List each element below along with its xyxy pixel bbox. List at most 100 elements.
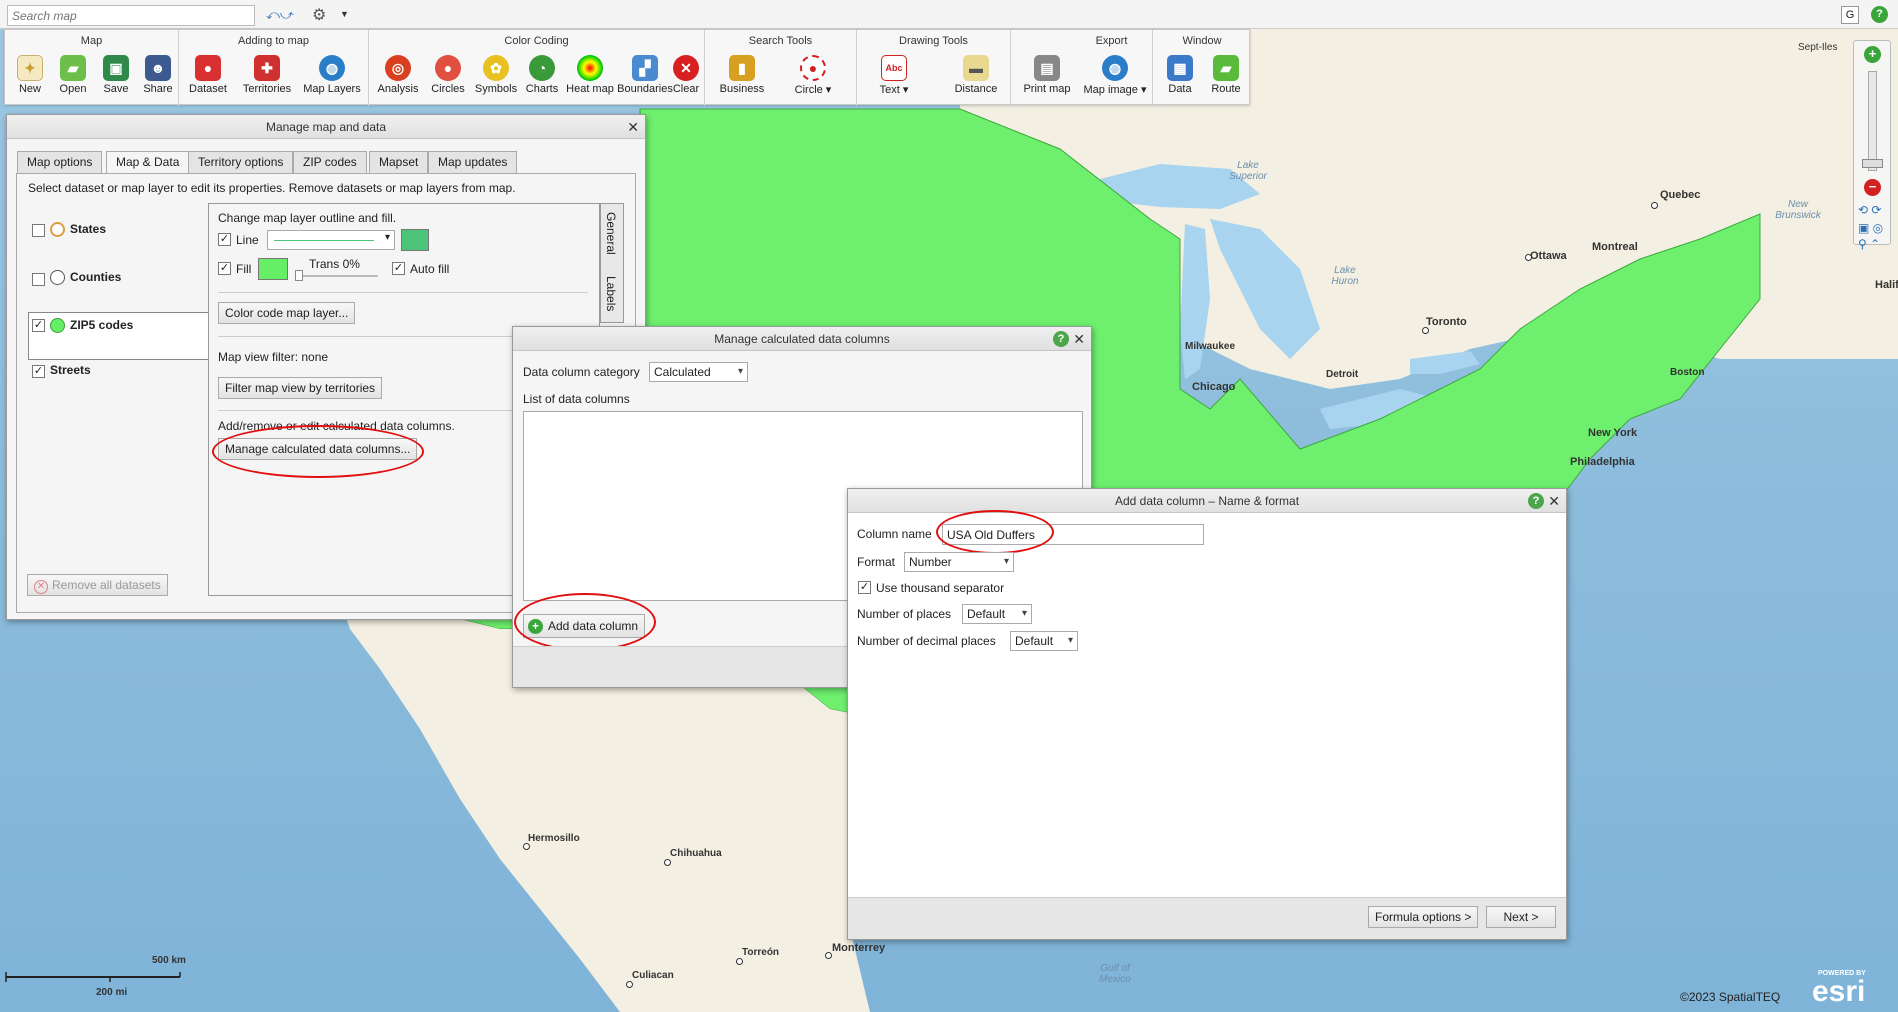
tab-mapset[interactable]: Mapset [369, 151, 429, 173]
zip5-checkbox[interactable]: ✓ [32, 319, 45, 332]
back-icon[interactable]: ⤺⤻ [266, 7, 294, 23]
places-select[interactable]: Default [962, 604, 1032, 624]
group-map: Map ✦ New ▰ Open ▣ Save ☻ Share [5, 30, 179, 106]
trans-slider[interactable] [298, 275, 378, 277]
line-checkbox[interactable]: ✓ [218, 233, 231, 246]
map-image-button[interactable]: ◍ Map image ▾ [1083, 52, 1147, 104]
group-window: Window ▦ Data ▰ Route [1153, 30, 1251, 106]
car-icon: ▰ [1213, 55, 1239, 81]
group-title: Color Coding [504, 35, 569, 47]
list-label: List of data columns [523, 392, 630, 406]
charts-button[interactable]: ◔ Charts [519, 52, 565, 104]
tab-territory-options[interactable]: Territory options [188, 151, 294, 173]
layer-states[interactable]: States [70, 222, 106, 236]
formula-options-button[interactable]: Formula options > [1368, 906, 1479, 928]
tab-zip-codes[interactable]: ZIP codes [293, 151, 367, 173]
save-button[interactable]: ▣ Save [93, 52, 139, 104]
help-icon[interactable]: ? [1053, 331, 1069, 347]
group-title: Window [1182, 35, 1222, 47]
tab-map-updates[interactable]: Map updates [428, 151, 518, 173]
analysis-button[interactable]: ◎ Analysis [373, 52, 423, 104]
circles-button[interactable]: ● Circles [425, 52, 471, 104]
layer-streets[interactable]: Streets [50, 363, 91, 377]
thousand-separator-label: Use thousand separator [876, 581, 1005, 595]
clear-button[interactable]: ✕ Clear [667, 52, 705, 104]
city-marker [523, 843, 530, 850]
territories-button[interactable]: ✚ Territories [239, 52, 295, 104]
share-button[interactable]: ☻ Share [135, 52, 181, 104]
city-label: Chicago [1192, 381, 1236, 393]
fill-checkbox[interactable]: ✓ [218, 262, 231, 275]
route-button[interactable]: ▰ Route [1203, 52, 1249, 104]
help-icon[interactable]: ? [1528, 493, 1544, 509]
trans-slider-handle[interactable] [295, 270, 303, 281]
zoom-slider-handle[interactable] [1862, 159, 1883, 168]
dataset-button[interactable]: ● Dataset [185, 52, 231, 104]
tab-labels[interactable]: Labels [604, 276, 618, 311]
counties-checkbox[interactable] [32, 273, 45, 286]
states-checkbox[interactable] [32, 224, 45, 237]
print-map-button[interactable]: ▤ Print map [1023, 52, 1071, 104]
business-button[interactable]: ▮ Business [717, 52, 767, 104]
magnify-icon[interactable]: ⚲ ⌃ [1858, 237, 1880, 251]
thousand-separator-checkbox[interactable]: ✓ [858, 581, 871, 594]
open-button[interactable]: ▰ Open [50, 52, 96, 104]
table-icon: ▦ [1167, 55, 1193, 81]
line-style-select[interactable]: ▾ [267, 230, 395, 250]
line-color-picker[interactable] [401, 229, 429, 251]
copyright: ©2023 SpatialTEQ [1680, 990, 1781, 1004]
circle-search-button[interactable]: ● Circle ▾ [785, 52, 841, 104]
group-title: Export [1095, 35, 1128, 47]
layer-counties[interactable]: Counties [70, 270, 121, 284]
city-marker [626, 981, 633, 988]
close-icon[interactable]: ✕ [627, 115, 639, 139]
zoom-out-icon[interactable]: − [1864, 179, 1881, 196]
format-select[interactable]: Number [904, 552, 1014, 572]
red-annotation [212, 425, 424, 478]
close-icon[interactable]: ✕ [1073, 327, 1085, 351]
gear-icon[interactable]: ⚙ [312, 5, 326, 25]
heat-map-button[interactable]: Heat map [565, 52, 615, 104]
zoom-slider[interactable] [1868, 71, 1877, 171]
layer-zip5[interactable]: ZIP5 codes [70, 318, 133, 332]
new-button[interactable]: ✦ New [7, 52, 53, 104]
next-button[interactable]: Next > [1486, 906, 1556, 928]
zoom-box-icon[interactable]: ▣ ◎ [1858, 221, 1883, 235]
autofill-checkbox[interactable]: ✓ [392, 262, 405, 275]
tab-general[interactable]: General [604, 212, 618, 255]
distance-button[interactable]: ▬ Distance [949, 52, 1003, 104]
group-export: Export ▤ Print map ◍ Map image ▾ [1011, 30, 1153, 106]
streets-checkbox[interactable]: ✓ [32, 365, 45, 378]
map-layers-button[interactable]: ◍ Map Layers [301, 52, 363, 104]
decimal-places-select[interactable]: Default [1010, 631, 1078, 651]
group-search-tools: Search Tools ▮ Business ● Circle ▾ [705, 30, 857, 106]
dropdown-icon[interactable]: ▼ [340, 9, 349, 19]
puzzle-icon: ✚ [254, 55, 280, 81]
target-icon: ◎ [385, 55, 411, 81]
city-label: New York [1588, 427, 1638, 439]
symbols-button[interactable]: ✿ Symbols [473, 52, 519, 104]
search-input[interactable] [7, 5, 255, 26]
group-drawing-tools: Drawing Tools Abc Text ▾ ▬ Distance [857, 30, 1011, 106]
city-label: Ottawa [1530, 250, 1567, 262]
fill-color-picker[interactable] [258, 258, 288, 280]
help-icon[interactable]: ? [1871, 6, 1888, 23]
tab-map-data[interactable]: Map & Data [106, 151, 190, 174]
text-button[interactable]: Abc Text ▾ [869, 52, 919, 104]
tab-map-options[interactable]: Map options [17, 151, 103, 173]
remove-all-button[interactable]: ✕ Remove all datasets [27, 574, 168, 596]
share-icon: ☻ [145, 55, 171, 81]
category-label: Data column category [523, 365, 640, 379]
category-select[interactable]: Calculated [649, 362, 748, 382]
color-code-button[interactable]: Color code map layer... [218, 302, 356, 324]
zoom-in-icon[interactable]: + [1864, 46, 1881, 63]
ribbon-toolbar: Map ✦ New ▰ Open ▣ Save ☻ Share Adding to ma… [4, 29, 1251, 106]
close-icon[interactable]: ✕ [1548, 489, 1560, 513]
city-label: Philadelphia [1570, 456, 1635, 468]
g-button[interactable]: G [1841, 6, 1859, 24]
data-button[interactable]: ▦ Data [1157, 52, 1203, 104]
filter-territories-button[interactable]: Filter map view by territories [218, 377, 383, 399]
pan-icon[interactable]: ⟲ ⟳ [1858, 203, 1881, 217]
circles-icon: ● [435, 55, 461, 81]
boundaries-button[interactable]: ▞ Boundaries [615, 52, 675, 104]
